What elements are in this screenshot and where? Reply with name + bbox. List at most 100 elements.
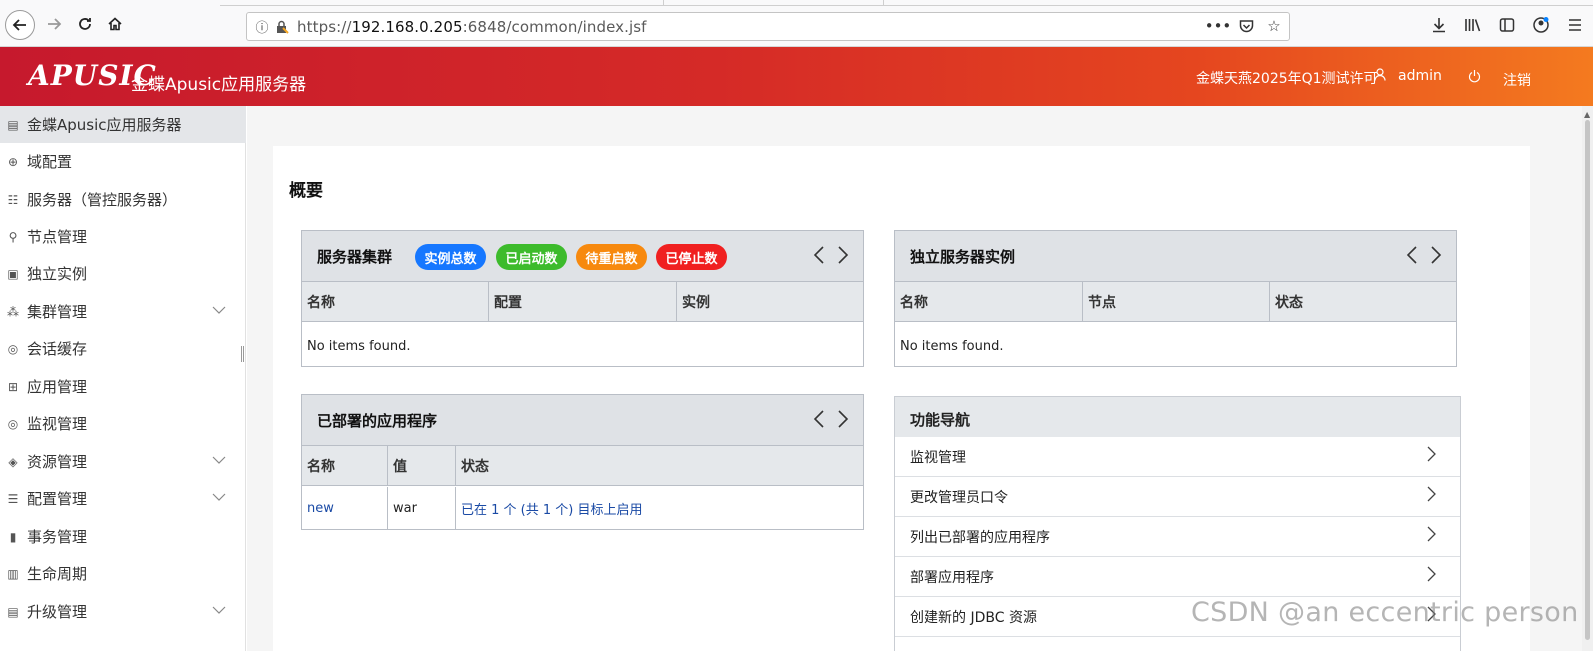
prev-icon[interactable] xyxy=(1406,245,1418,265)
download-icon[interactable] xyxy=(1429,14,1449,36)
chevron-down-icon[interactable] xyxy=(212,453,226,467)
sidebar-item-label: 服务器（管控服务器） xyxy=(27,191,178,209)
next-icon[interactable] xyxy=(837,245,849,265)
sidebar-item-resources[interactable]: ◈ 资源管理 xyxy=(0,443,246,480)
sidebar-item-monitor[interactable]: ◎ 监视管理 xyxy=(0,405,246,442)
sidebar-item-label: 应用管理 xyxy=(27,378,88,396)
sidebar-item-label: 独立实例 xyxy=(27,265,88,283)
column-header[interactable]: 配置 xyxy=(489,282,677,321)
nav-item-monitor[interactable]: 监视管理 xyxy=(895,437,1460,477)
sidebar-item-label: 金蝶Apusic应用服务器 xyxy=(27,116,182,134)
license-label: 金蝶天燕2025年Q1测试许可 xyxy=(1196,71,1378,87)
instance-icon: ▣ xyxy=(7,266,19,281)
scroll-thumb[interactable] xyxy=(1585,120,1590,640)
page-actions-icon[interactable]: ••• xyxy=(1205,16,1232,36)
insecure-lock-icon[interactable] xyxy=(273,18,291,36)
home-button[interactable] xyxy=(102,11,128,37)
sidebar-item-label: 会话缓存 xyxy=(27,340,88,358)
badge-started[interactable]: 已启动数 xyxy=(496,244,567,270)
sidebar-item-lifecycle[interactable]: ▥ 生命周期 xyxy=(0,555,246,592)
sidebar-item-standalone[interactable]: ▣ 独立实例 xyxy=(0,255,246,292)
nav-item-deploy-app[interactable]: 部署应用程序 xyxy=(895,557,1460,597)
sidebar-item-label: 生命周期 xyxy=(27,565,88,583)
nav-item-change-password[interactable]: 更改管理员口令 xyxy=(895,477,1460,517)
table-header: 名称 值 状态 xyxy=(302,446,863,486)
next-icon[interactable] xyxy=(837,409,849,429)
user-icon xyxy=(1374,68,1386,85)
column-header[interactable]: 名称 xyxy=(302,282,489,321)
account-icon[interactable] xyxy=(1531,14,1551,36)
badge-stopped[interactable]: 已停止数 xyxy=(656,244,727,270)
pocket-icon[interactable] xyxy=(1237,16,1255,36)
page-scrollbar[interactable]: ▲ xyxy=(1582,106,1593,651)
scroll-up-icon[interactable]: ▲ xyxy=(1584,110,1590,119)
layers-icon: ◈ xyxy=(8,454,18,469)
sidebar-resize-handle[interactable] xyxy=(241,346,244,362)
arrow-right-icon xyxy=(48,18,62,30)
nav-item-label: 创建新的 JDBC 资源 xyxy=(910,609,1037,626)
apps-icon: ⊞ xyxy=(7,379,19,394)
empty-message: No items found. xyxy=(900,339,1004,354)
panel-header: 功能导航 xyxy=(895,397,1460,437)
tab-strip xyxy=(220,0,1593,6)
sidebar: ▤ 金蝶Apusic应用服务器 ⊕ 域配置 ☷ 服务器（管控服务器） ⚲ 节点管… xyxy=(0,106,246,651)
sidebar-item-config[interactable]: ☰ 配置管理 xyxy=(0,480,246,517)
sidebar-item-label: 配置管理 xyxy=(27,490,88,508)
panel-title: 功能导航 xyxy=(910,411,971,429)
sidebar-item-session[interactable]: ◎ 会话缓存 xyxy=(0,330,246,367)
browser-toolbar: ⓘ https://192.168.0.205:6848/common/inde… xyxy=(0,0,1593,47)
column-header[interactable]: 状态 xyxy=(1270,282,1456,321)
chevron-down-icon[interactable] xyxy=(212,603,226,617)
node-icon: ⚲ xyxy=(8,229,18,244)
sidebar-toggle-icon[interactable] xyxy=(1497,14,1517,36)
sidebar-item-label: 集群管理 xyxy=(27,303,88,321)
back-button[interactable] xyxy=(5,10,35,40)
cluster-icon: ⁂ xyxy=(7,304,19,319)
panel-title: 独立服务器实例 xyxy=(910,248,1016,266)
power-icon[interactable] xyxy=(1468,69,1481,87)
sidebar-item-server[interactable]: ☷ 服务器（管控服务器） xyxy=(0,181,246,218)
column-header[interactable]: 名称 xyxy=(895,282,1083,321)
phone-icon: ▮ xyxy=(9,529,17,544)
chevron-down-icon[interactable] xyxy=(212,490,226,504)
menu-icon[interactable] xyxy=(1565,14,1585,36)
badge-pending-restart[interactable]: 待重启数 xyxy=(576,244,647,270)
panel-title: 服务器集群 xyxy=(317,248,393,266)
reload-button[interactable] xyxy=(72,11,98,37)
nav-item-label: 部署应用程序 xyxy=(910,569,994,586)
cluster-panel: 服务器集群 实例总数 已启动数 待重启数 已停止数 名称 配置 实例 No it… xyxy=(301,230,864,367)
sidebar-item-nodes[interactable]: ⚲ 节点管理 xyxy=(0,218,246,255)
chevron-down-icon[interactable] xyxy=(212,303,226,317)
column-header[interactable]: 名称 xyxy=(302,446,388,485)
globe-icon: ⊕ xyxy=(7,154,19,169)
sidebar-item-cluster[interactable]: ⁂ 集群管理 xyxy=(0,293,246,330)
info-icon[interactable]: ⓘ xyxy=(253,18,271,36)
prev-icon[interactable] xyxy=(813,409,825,429)
nav-item-label: 列出已部署的应用程序 xyxy=(910,529,1050,546)
sidebar-item-upgrade[interactable]: ▤ 升级管理 xyxy=(0,593,246,630)
sidebar-item-apusic-server[interactable]: ▤ 金蝶Apusic应用服务器 xyxy=(0,106,246,143)
library-icon[interactable] xyxy=(1463,14,1483,36)
column-header[interactable]: 值 xyxy=(388,446,456,485)
next-icon[interactable] xyxy=(1430,245,1442,265)
sidebar-item-label: 事务管理 xyxy=(27,528,88,546)
logout-link[interactable]: 注销 xyxy=(1503,70,1531,90)
address-bar[interactable]: ⓘ https://192.168.0.205:6848/common/inde… xyxy=(246,12,1290,41)
badge-total-instances[interactable]: 实例总数 xyxy=(415,244,486,270)
app-status-link[interactable]: 已在 1 个 (共 1 个) 目标上启用 xyxy=(456,487,863,530)
app-name-link[interactable]: new xyxy=(302,487,388,530)
prev-icon[interactable] xyxy=(813,245,825,265)
url-text[interactable]: https://192.168.0.205:6848/common/index.… xyxy=(297,18,647,36)
sliders-icon: ☰ xyxy=(7,491,19,506)
forward-button[interactable] xyxy=(41,11,67,37)
username[interactable]: admin xyxy=(1398,68,1442,84)
nav-item-list-apps[interactable]: 列出已部署的应用程序 xyxy=(895,517,1460,557)
column-header[interactable]: 状态 xyxy=(456,446,863,485)
sidebar-item-domain-config[interactable]: ⊕ 域配置 xyxy=(0,143,246,180)
bookmark-star-icon[interactable]: ☆ xyxy=(1265,16,1283,36)
sidebar-item-apps[interactable]: ⊞ 应用管理 xyxy=(0,368,246,405)
column-header[interactable]: 实例 xyxy=(677,282,863,321)
column-header[interactable]: 节点 xyxy=(1083,282,1270,321)
sidebar-item-transactions[interactable]: ▮ 事务管理 xyxy=(0,518,246,555)
app-header: APUSIC 金蝶Apusic应用服务器 金蝶天燕2025年Q1测试许可 adm… xyxy=(0,47,1593,106)
